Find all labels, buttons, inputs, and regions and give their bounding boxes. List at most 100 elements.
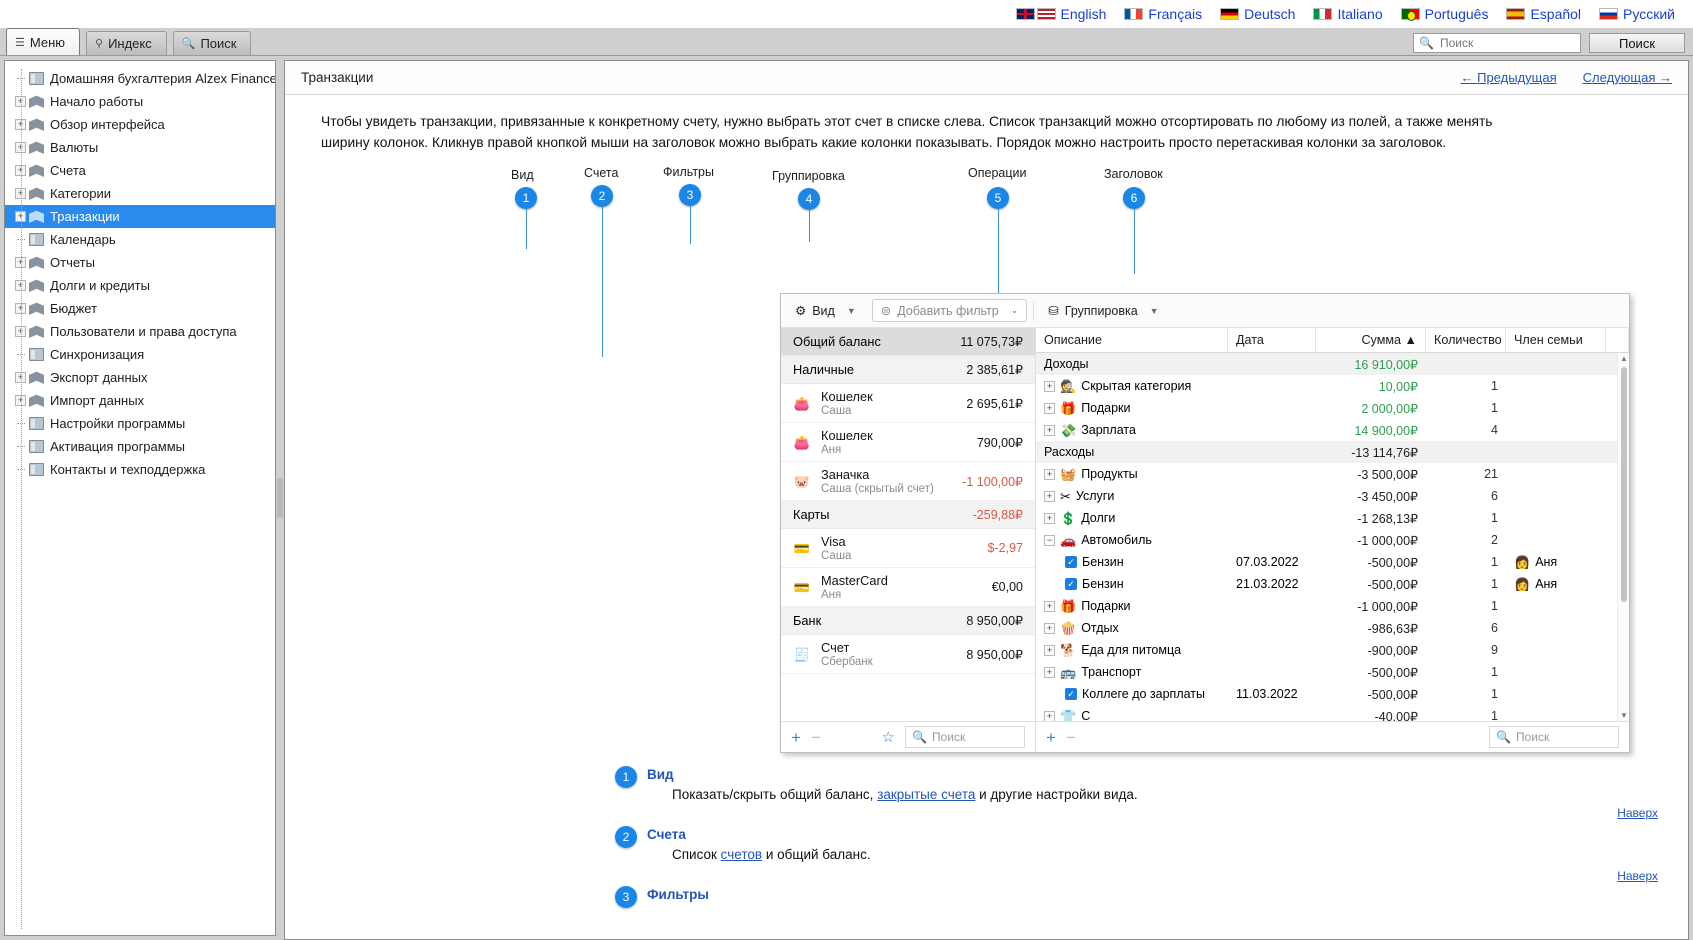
search-button[interactable]: Поиск (1589, 33, 1685, 53)
accounts-list[interactable]: Общий баланс 11 075,73₽ Наличные 2 385,61₽ 👛… (781, 328, 1035, 721)
collapse-icon[interactable]: − (1044, 534, 1055, 546)
expand-icon[interactable]: + (1044, 600, 1055, 612)
transactions-search-input[interactable]: 🔍 Поиск (1489, 726, 1619, 748)
remove-transaction-button[interactable]: − (1066, 729, 1076, 746)
account-row[interactable]: 🐷 Заначка Саша (скрытый счет) -1 100,00₽ (781, 462, 1035, 501)
tab-index[interactable]: ⚲ Индекс (86, 31, 167, 55)
transaction-checkbox[interactable]: ✓ (1065, 578, 1077, 590)
scroll-down-icon[interactable]: ▼ (1619, 711, 1629, 720)
language-link-deutsch[interactable]: Deutsch (1220, 6, 1295, 22)
add-account-button[interactable]: + (791, 729, 801, 746)
account-group-0[interactable]: Наличные 2 385,61₽ (781, 356, 1035, 384)
sidebar-item-2[interactable]: + Обзор интерфейса (5, 113, 275, 136)
grouping-button[interactable]: ⛁ Группировка ▼ (1040, 300, 1166, 321)
sidebar-item-11[interactable]: + Пользователи и права доступа (5, 320, 275, 343)
expand-icon[interactable]: + (1044, 512, 1055, 524)
language-link-français[interactable]: Français (1124, 6, 1202, 22)
expand-icon[interactable]: + (1044, 424, 1055, 436)
back-to-top-link-1[interactable]: Наверх (1617, 806, 1658, 820)
column-header-amount[interactable]: Сумма ▲ (1316, 328, 1426, 352)
account-row[interactable]: 👛 Кошелек Аня 790,00₽ (781, 423, 1035, 462)
sidebar-item-15[interactable]: Настройки программы (5, 412, 275, 435)
add-filter-button[interactable]: ⊜ Добавить фильтр ⌄ (871, 299, 1028, 322)
tab-menu[interactable]: ☰ Меню (6, 28, 81, 55)
transaction-category-row[interactable]: + 🧺 Продукты -3 500,00₽ 21 (1036, 463, 1629, 485)
total-balance-row[interactable]: Общий баланс 11 075,73₽ (781, 328, 1035, 356)
legend-link[interactable]: закрытые счета (877, 787, 975, 802)
add-transaction-button[interactable]: + (1046, 729, 1056, 746)
language-link-italiano[interactable]: Italiano (1313, 6, 1383, 22)
transaction-category-row[interactable]: + 🍿 Отдых -986,63₽ 6 (1036, 617, 1629, 639)
account-group-2[interactable]: Банк 8 950,00₽ (781, 607, 1035, 635)
scrollbar-thumb[interactable] (1621, 367, 1627, 602)
transaction-category-row[interactable]: + 🎁 Подарки 2 000,00₽ 1 (1036, 397, 1629, 419)
transaction-category-row[interactable]: + 🚌 Транспорт -500,00₽ 1 (1036, 661, 1629, 683)
transactions-rows[interactable]: Доходы 16 910,00₽ + 🕵 Скрытая категория 10,00… (1036, 353, 1629, 721)
transaction-category-row[interactable]: + 🕵 Скрытая категория 10,00₽ 1 (1036, 375, 1629, 397)
transaction-category-row[interactable]: + ✂ Услуги -3 450,00₽ 6 (1036, 485, 1629, 507)
transaction-category-row[interactable]: − 🚗 Автомобиль -1 000,00₽ 2 (1036, 529, 1629, 551)
transaction-row[interactable]: ✓ Коллеге до зарплаты 11.03.2022 -500,00₽ 1 (1036, 683, 1629, 705)
transaction-category-row[interactable]: + 🎁 Подарки -1 000,00₽ 1 (1036, 595, 1629, 617)
column-header-quantity[interactable]: Количество (1426, 328, 1506, 352)
sidebar-item-3[interactable]: + Валюты (5, 136, 275, 159)
transaction-category-row[interactable]: + 💲 Долги -1 268,13₽ 1 (1036, 507, 1629, 529)
transaction-category-row[interactable]: + 👕 С -40,00₽ 1 (1036, 705, 1629, 721)
transaction-category-row[interactable]: + 💸 Зарплата 14 900,00₽ 4 (1036, 419, 1629, 441)
search-input-container[interactable]: 🔍 (1413, 33, 1581, 53)
legend-link[interactable]: счетов (721, 847, 762, 862)
transactions-header-row[interactable]: Описание Дата Сумма ▲ Количество Член се… (1036, 328, 1629, 353)
scroll-up-icon[interactable]: ▲ (1619, 354, 1629, 363)
sidebar-item-16[interactable]: Активация программы (5, 435, 275, 458)
expand-icon[interactable]: + (1044, 468, 1055, 480)
sidebar-item-14[interactable]: + Импорт данных (5, 389, 275, 412)
column-header-date[interactable]: Дата (1228, 328, 1316, 352)
sidebar-item-10[interactable]: + Бюджет (5, 297, 275, 320)
sidebar-resize-handle[interactable] (277, 478, 283, 518)
transactions-scrollbar[interactable]: ▲ ▼ (1617, 353, 1629, 721)
view-button[interactable]: ⚙ Вид ▼ (787, 300, 864, 321)
account-row[interactable]: 👛 Кошелек Саша 2 695,61₽ (781, 384, 1035, 423)
column-header-family-member[interactable]: Член семьи (1506, 328, 1606, 352)
account-row[interactable]: 💳 MasterCard Аня €0,00 (781, 568, 1035, 607)
favorite-icon[interactable]: ☆ (882, 728, 895, 746)
transaction-checkbox[interactable]: ✓ (1065, 556, 1077, 568)
expand-icon[interactable]: + (1044, 666, 1055, 678)
expand-icon[interactable]: + (1044, 402, 1055, 414)
account-group-1[interactable]: Карты -259,88₽ (781, 501, 1035, 529)
transaction-category-row[interactable]: + 🐕 Еда для питомца -900,00₽ 9 (1036, 639, 1629, 661)
expand-icon[interactable]: + (1044, 644, 1055, 656)
expand-icon[interactable]: + (1044, 710, 1055, 721)
expand-icon[interactable]: + (1044, 622, 1055, 634)
account-row[interactable]: 🧾 Счет Сбербанк 8 950,00₽ (781, 635, 1035, 674)
prev-page-link[interactable]: ← Предыдущая (1461, 70, 1557, 85)
tab-search[interactable]: 🔍 Поиск (172, 31, 252, 55)
remove-account-button[interactable]: − (811, 729, 821, 746)
language-link-español[interactable]: Español (1506, 6, 1581, 22)
sidebar-item-6[interactable]: + Транзакции (5, 205, 275, 228)
language-link-português[interactable]: Português (1400, 6, 1488, 22)
language-link-русский[interactable]: Русский (1599, 6, 1675, 22)
sidebar-item-5[interactable]: + Категории (5, 182, 275, 205)
transaction-row[interactable]: ✓ Бензин 07.03.2022 -500,00₽ 1 👩 Аня (1036, 551, 1629, 573)
sidebar-item-13[interactable]: + Экспорт данных (5, 366, 275, 389)
back-to-top-link-2[interactable]: Наверх (1617, 869, 1658, 883)
sidebar-item-0[interactable]: Домашняя бухгалтерия Alzex Finance (5, 67, 275, 90)
sidebar-item-1[interactable]: + Начало работы (5, 90, 275, 113)
sidebar-item-9[interactable]: + Долги и кредиты (5, 274, 275, 297)
sidebar-item-17[interactable]: Контакты и техподдержка (5, 458, 275, 481)
transaction-group-row[interactable]: Доходы 16 910,00₽ (1036, 353, 1629, 375)
transaction-checkbox[interactable]: ✓ (1065, 688, 1077, 700)
sidebar-item-7[interactable]: Календарь (5, 228, 275, 251)
sidebar-item-12[interactable]: Синхронизация (5, 343, 275, 366)
transaction-group-row[interactable]: Расходы -13 114,76₽ (1036, 441, 1629, 463)
next-page-link[interactable]: Следующая → (1583, 70, 1672, 85)
sidebar-item-4[interactable]: + Счета (5, 159, 275, 182)
account-row[interactable]: 💳 Visa Саша $-2,97 (781, 529, 1035, 568)
transaction-row[interactable]: ✓ Бензин 21.03.2022 -500,00₽ 1 👩 Аня (1036, 573, 1629, 595)
sidebar-tree[interactable]: Домашняя бухгалтерия Alzex Finance + Начал… (4, 60, 276, 936)
expand-icon[interactable]: + (1044, 380, 1055, 392)
expand-icon[interactable]: + (1044, 490, 1055, 502)
accounts-search-input[interactable]: 🔍 Поиск (905, 726, 1025, 748)
search-input[interactable] (1437, 35, 1575, 51)
